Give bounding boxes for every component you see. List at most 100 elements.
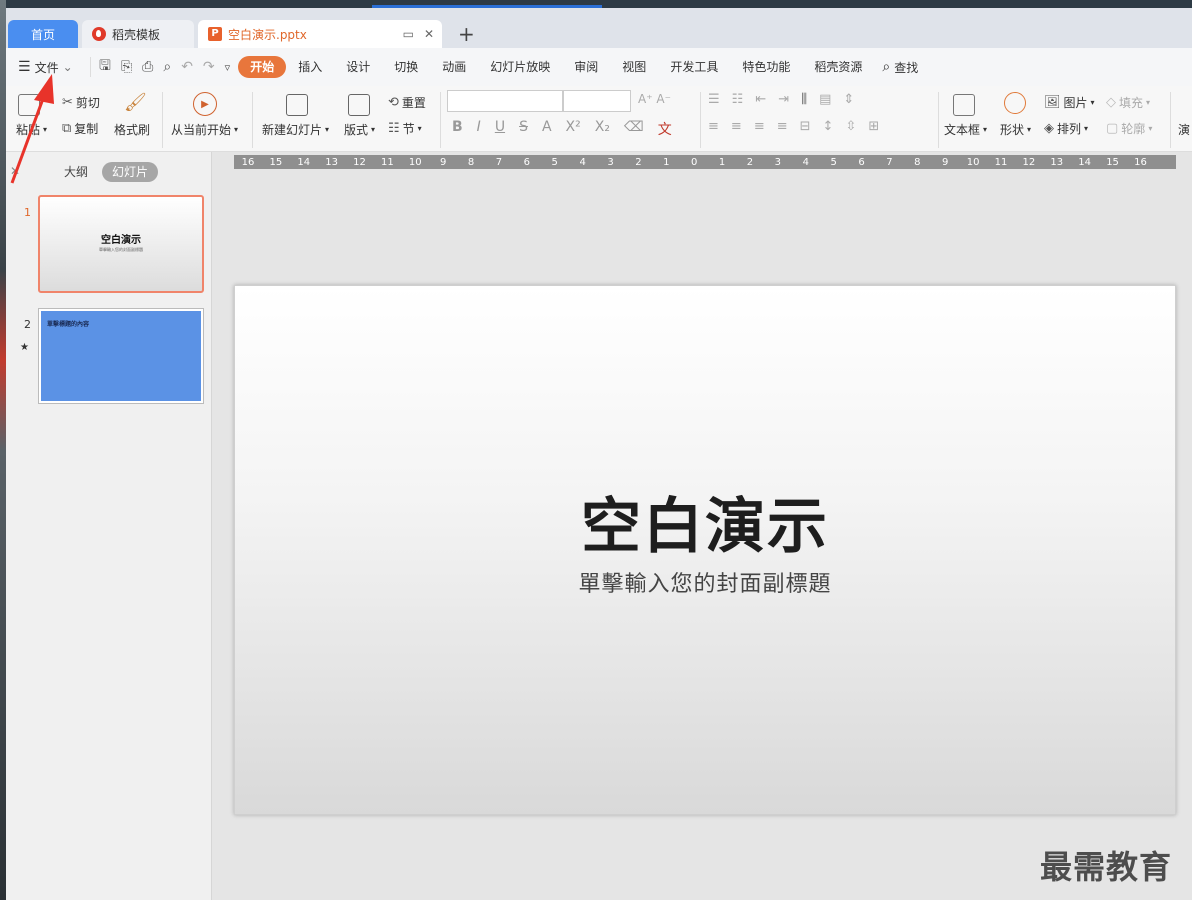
tab-insert[interactable]: 插入 — [286, 56, 334, 78]
reset-label: 重置 — [401, 96, 426, 110]
tab-design[interactable]: 设计 — [334, 56, 382, 78]
tab-view[interactable]: 视图 — [610, 56, 658, 78]
text-columns-icon[interactable]: ⫼ — [801, 92, 807, 107]
slide-number-2: 2 — [24, 318, 31, 331]
print-preview-icon[interactable]: ⌕ — [163, 59, 171, 75]
chevron-down-icon: ▾ — [983, 125, 988, 134]
decrease-indent-icon[interactable]: ⇤ — [755, 92, 766, 107]
tab-start[interactable]: 开始 — [238, 56, 287, 78]
close-icon[interactable]: ✕ — [424, 27, 434, 41]
line-spacing-icon[interactable]: ↕ — [823, 119, 834, 134]
tab-docer-resources[interactable]: 稻壳资源 — [802, 56, 874, 78]
underline-icon[interactable]: U — [495, 119, 505, 139]
shape-button[interactable]: 形状 ▾ — [1000, 121, 1031, 138]
chevron-down-icon: ▾ — [234, 125, 239, 134]
format-painter-button[interactable]: 格式刷 — [114, 121, 150, 138]
distributed-icon[interactable]: ⊟ — [800, 119, 811, 134]
picture-button[interactable]: 🖼 图片 ▾ — [1044, 94, 1095, 111]
format-painter-quick-icon[interactable]: ⎘ — [121, 59, 132, 75]
tab-slides[interactable]: 幻灯片 — [102, 162, 158, 182]
tab-document[interactable]: P 空白演示.pptx ▭ ✕ — [198, 20, 442, 48]
tab-review[interactable]: 审阅 — [562, 56, 610, 78]
eraser-icon[interactable]: ⌫ — [624, 119, 644, 139]
align-right-icon[interactable]: ≡ — [754, 119, 765, 134]
align-center-icon[interactable]: ≡ — [731, 119, 742, 134]
redo-icon[interactable]: ↷ — [203, 59, 215, 75]
paragraph-spacing-icon[interactable]: ⇳ — [845, 119, 856, 134]
paragraph-group-top: ☰ ☷ ⇤ ⇥ ⫼ ▤ ⇕ — [708, 92, 854, 107]
tab-template[interactable]: 稻壳模板 — [82, 20, 194, 48]
font-color-icon[interactable]: A — [542, 119, 552, 139]
slide-subtitle[interactable]: 單擊輸入您的封面副標題 — [235, 566, 1175, 598]
slide-thumbnail-2[interactable]: 單擊標題的內容 — [38, 308, 204, 404]
tab-template-label: 稻壳模板 — [112, 27, 161, 42]
subscript-icon[interactable]: X₂ — [595, 119, 610, 139]
play-icon[interactable]: ▶ — [193, 92, 217, 116]
paragraph-group-bottom: ≡ ≡ ≡ ≡ ⊟ ↕ ⇳ ⊞ — [708, 119, 879, 134]
font-size-select[interactable] — [563, 90, 631, 112]
from-current-button[interactable]: 从当前开始 ▾ — [171, 121, 238, 138]
ruler-tick-label: 9 — [439, 156, 447, 168]
text-direction-icon[interactable]: ⇕ — [843, 92, 854, 107]
layout-icon[interactable] — [348, 94, 370, 116]
undo-icon[interactable]: ↶ — [181, 59, 193, 75]
tab-home[interactable]: 首页 — [8, 20, 78, 48]
scissors-icon: ✂ — [62, 95, 73, 110]
ruler-tick-label: 2 — [746, 156, 754, 168]
textbox-button[interactable]: 文本框 ▾ — [944, 121, 987, 138]
tab-developer[interactable]: 开发工具 — [658, 56, 730, 78]
slide-thumbnail-1[interactable]: 空白演示 單擊輸入您的封面副標題 — [38, 195, 204, 293]
new-slide-button[interactable]: 新建幻灯片 ▾ — [262, 121, 329, 138]
section-button[interactable]: ☷ 节 ▾ — [388, 120, 422, 137]
tab-transition[interactable]: 切换 — [382, 56, 430, 78]
present-button[interactable]: 演 — [1178, 121, 1190, 138]
font-family-select[interactable] — [447, 90, 563, 112]
copy-button[interactable]: ⧉ 复制 — [62, 120, 98, 137]
slide-canvas[interactable]: 空白演示 單擊輸入您的封面副標題 — [234, 285, 1176, 815]
bullet-list-icon[interactable]: ☰ — [708, 92, 720, 107]
ribbon-divider — [938, 92, 939, 148]
reset-button[interactable]: ⟲ 重置 — [388, 94, 426, 111]
print-icon[interactable]: ⎙ — [142, 59, 153, 75]
format-painter-icon[interactable]: 🖌 — [124, 92, 147, 113]
file-menu-button[interactable]: ☰ 文件 ⌄ — [6, 59, 90, 76]
search-button[interactable]: ⌕ 查找 — [882, 59, 918, 76]
slide-title[interactable]: 空白演示 — [235, 478, 1175, 565]
layout-button[interactable]: 版式 ▾ — [344, 121, 375, 138]
strikethrough-icon[interactable]: S — [519, 119, 528, 139]
tab-animation[interactable]: 动画 — [430, 56, 478, 78]
fill-button[interactable]: ◇ 填充 ▾ — [1106, 94, 1150, 111]
ribbon-tabs: 开始 插入 设计 切换 动画 幻灯片放映 审阅 视图 开发工具 特色功能 稻壳资… — [238, 56, 874, 78]
tab-outline[interactable]: 大纲 — [64, 162, 88, 182]
tab-features[interactable]: 特色功能 — [730, 56, 802, 78]
ruler-tick-label: 11 — [381, 156, 394, 168]
italic-icon[interactable]: I — [477, 119, 481, 139]
tab-home-label: 首页 — [30, 27, 55, 42]
increase-indent-icon[interactable]: ⇥ — [778, 92, 789, 107]
tab-slideshow[interactable]: 幻灯片放映 — [478, 56, 562, 78]
file-menu-label: 文件 — [34, 60, 59, 75]
paste-icon[interactable] — [18, 94, 40, 116]
monitor-icon[interactable]: ▭ — [403, 27, 414, 41]
ruler-tick-label: 11 — [994, 156, 1008, 168]
increase-font-icon[interactable]: A⁺ A⁻ — [638, 92, 671, 106]
justify-icon[interactable]: ≡ — [777, 119, 788, 134]
ruler-tick-label: 5 — [551, 156, 558, 168]
new-tab-plus-icon[interactable]: + — [458, 22, 475, 46]
outline-button[interactable]: ▢ 轮廓 ▾ — [1106, 120, 1152, 137]
customize-toolbar-icon[interactable]: ▿ — [225, 61, 231, 74]
convert-smartart-icon[interactable]: ▤ — [819, 92, 831, 107]
cut-button[interactable]: ✂ 剪切 — [62, 94, 100, 111]
new-slide-icon[interactable] — [286, 94, 308, 116]
align-left-icon[interactable]: ≡ — [708, 119, 719, 134]
phonetic-icon[interactable]: 文 — [658, 119, 672, 139]
arrange-button[interactable]: ◈ 排列 ▾ — [1044, 120, 1088, 137]
textbox-icon[interactable] — [953, 94, 975, 116]
align-text-icon[interactable]: ⊞ — [868, 119, 879, 134]
superscript-icon[interactable]: X² — [566, 119, 581, 139]
bold-icon[interactable]: B — [452, 119, 463, 139]
paste-button[interactable]: 粘贴 ▾ — [16, 121, 47, 138]
save-icon[interactable]: 🖫 — [99, 55, 111, 79]
shape-icon[interactable] — [1004, 92, 1026, 114]
numbered-list-icon[interactable]: ☷ — [732, 92, 744, 107]
